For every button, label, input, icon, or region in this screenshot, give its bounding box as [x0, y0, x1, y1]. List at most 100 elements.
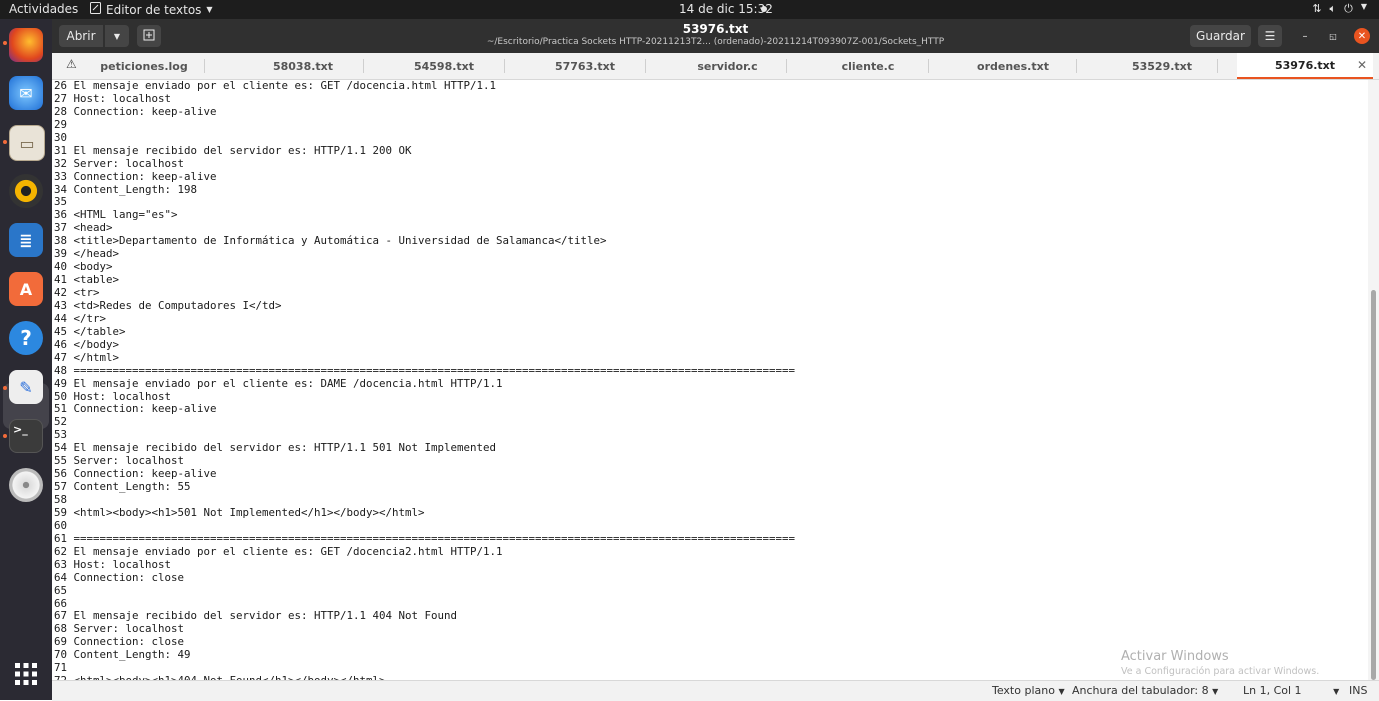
show-apps-icon[interactable] — [9, 657, 43, 691]
editor-line: 58 — [54, 493, 68, 506]
editor-line: 45 </table> — [54, 324, 126, 338]
activation-watermark-subtitle: Ve a Configuración para activar Windows. — [1121, 666, 1320, 677]
running-indicator — [3, 41, 7, 45]
software-icon[interactable]: A — [9, 272, 43, 306]
warning-icon: ⚠ — [66, 57, 77, 71]
tab-ordenes-txt[interactable]: ordenes.txt — [940, 53, 1086, 79]
editor-line: 38 <title>Departamento de Informática y … — [54, 234, 607, 248]
maximize-icon: ◱ — [1329, 31, 1337, 41]
tab-53976[interactable]: 53976.txt ✕ — [1237, 53, 1373, 79]
tab-54598[interactable]: 54598.txt — [375, 53, 513, 79]
tab-separator — [1076, 59, 1077, 73]
firefox-icon[interactable] — [9, 28, 43, 62]
tab-separator — [363, 59, 364, 73]
running-indicator — [3, 434, 7, 438]
scrollbar-thumb[interactable] — [1371, 290, 1376, 680]
maximize-button[interactable]: ◱ — [1325, 28, 1341, 44]
chevron-down-icon: ▼ — [1058, 687, 1065, 696]
clock[interactable]: 14 de dic 15:32 — [679, 2, 773, 16]
close-icon[interactable]: ✕ — [1357, 58, 1367, 72]
activities-button[interactable]: Actividades — [9, 2, 78, 16]
tab-label: 53976.txt — [1274, 58, 1336, 72]
chevron-down-icon: ▼ — [1212, 687, 1219, 696]
running-indicator — [3, 386, 7, 390]
activation-watermark-title: Activar Windows — [1121, 649, 1229, 664]
text-editor-icon — [90, 2, 101, 17]
tab-58038[interactable]: 58038.txt — [234, 53, 372, 79]
editor-line: 39 </head> — [54, 247, 120, 261]
app-menu[interactable]: Editor de textos ▼ — [90, 2, 213, 17]
insert-mode[interactable]: INS — [1349, 684, 1367, 697]
tab-width-label: Anchura del tabulador: 8 — [1072, 684, 1209, 697]
editor-line: 34 Content_Length: 198 — [54, 182, 198, 196]
editor-line: 63 Host: localhost — [54, 557, 172, 571]
tab-peticiones-log[interactable]: ⚠ peticiones.log — [52, 53, 192, 79]
editor-lines: 26 El mensaje enviado por el cliente es:… — [54, 79, 796, 688]
header-bar: Abrir ▼ 53976.txt ~/Escritorio/Practica … — [52, 19, 1379, 53]
editor-line: 61 =====================================… — [54, 531, 796, 545]
editor-line: 36 <HTML lang="es"> — [54, 208, 178, 222]
disc-icon[interactable] — [9, 468, 43, 502]
cursor-position-selector[interactable]: Ln 1, Col 1 ▼ — [1243, 684, 1339, 697]
tab-label: cliente.c — [841, 59, 895, 73]
syntax-selector[interactable]: Texto plano ▼ — [992, 684, 1065, 697]
tab-57763[interactable]: 57763.txt — [515, 53, 655, 79]
editor-line: 59 <html><body><h1>501 Not Implemented</… — [54, 505, 425, 519]
tab-separator — [786, 59, 787, 73]
editor-line: 52 — [54, 415, 68, 429]
tab-label: servidor.c — [697, 59, 758, 73]
thunderbird-icon[interactable]: ✉ — [9, 76, 43, 110]
editor-line: 47 </html> — [54, 350, 120, 364]
writer-icon[interactable]: ≣ — [9, 223, 43, 257]
text-editor-icon[interactable]: ✎ — [9, 370, 43, 404]
help-icon[interactable]: ? — [9, 321, 43, 355]
close-icon: ✕ — [1357, 30, 1367, 42]
tab-label: 57763.txt — [554, 59, 616, 73]
files-icon[interactable]: ▭ — [9, 125, 45, 161]
editor-line: 30 — [54, 130, 68, 144]
text-editor-area[interactable]: 26 El mensaje enviado por el cliente es:… — [52, 79, 1368, 687]
editor-line: 70 Content_Length: 49 — [54, 648, 191, 662]
status-bar: Texto plano ▼ Anchura del tabulador: 8 ▼… — [52, 680, 1379, 701]
app-menu-label: Editor de textos — [106, 2, 202, 17]
editor-line: 27 Host: localhost — [54, 91, 172, 105]
notification-dot — [761, 6, 767, 12]
tab-separator — [645, 59, 646, 73]
power-icon: ⏻ — [1344, 2, 1353, 15]
save-button[interactable]: Guardar — [1190, 25, 1251, 47]
chevron-down-icon: ▼ — [1360, 2, 1367, 11]
editor-line: 29 — [54, 117, 68, 131]
chevron-down-icon: ▼ — [1333, 687, 1340, 696]
dock: ✉ ▭ ≣ A ? ✎ >_ — [0, 19, 52, 700]
editor-line: 57 Content_Length: 55 — [54, 480, 191, 494]
tab-separator — [204, 59, 205, 73]
editor-line: 26 El mensaje enviado por el cliente es:… — [54, 79, 497, 92]
editor-line: 40 <body> — [54, 260, 113, 274]
tab-cliente-c[interactable]: cliente.c — [798, 53, 938, 79]
editor-line: 46 </body> — [54, 337, 120, 351]
terminal-icon[interactable]: >_ — [9, 419, 43, 453]
tab-53529[interactable]: 53529.txt — [1092, 53, 1232, 79]
tab-width-selector[interactable]: Anchura del tabulador: 8 ▼ — [1072, 684, 1218, 697]
minimize-button[interactable]: – — [1297, 28, 1313, 44]
editor-line: 33 Connection: keep-alive — [54, 169, 217, 183]
tab-servidor-c[interactable]: servidor.c — [657, 53, 798, 79]
system-tray[interactable]: ⇅ 🔈︎ ⏻ ▼ — [1312, 2, 1367, 16]
vertical-scrollbar[interactable] — [1368, 80, 1379, 680]
cursor-position-label: Ln 1, Col 1 — [1243, 684, 1302, 697]
editor-line: 41 <table> — [54, 273, 120, 287]
window-subtitle: ~/Escritorio/Practica Sockets HTTP-20211… — [486, 37, 945, 47]
network-icon: ⇅ — [1312, 2, 1322, 15]
syntax-label: Texto plano — [992, 684, 1055, 697]
close-button[interactable]: ✕ — [1354, 28, 1370, 44]
rhythmbox-icon[interactable] — [9, 174, 43, 208]
tab-label: 53529.txt — [1131, 59, 1193, 73]
editor-line: 62 El mensaje enviado por el cliente es:… — [54, 544, 503, 558]
editor-line: 65 — [54, 583, 68, 597]
tab-bar: ⚠ peticiones.log 58038.txt 54598.txt 577… — [52, 53, 1379, 80]
editor-line: 32 Server: localhost — [54, 156, 185, 170]
volume-icon: 🔈︎ — [1329, 2, 1337, 15]
editor-line: 42 <tr> — [54, 286, 100, 299]
menu-button[interactable]: ☰ — [1258, 25, 1282, 47]
hamburger-icon: ☰ — [1264, 29, 1276, 43]
